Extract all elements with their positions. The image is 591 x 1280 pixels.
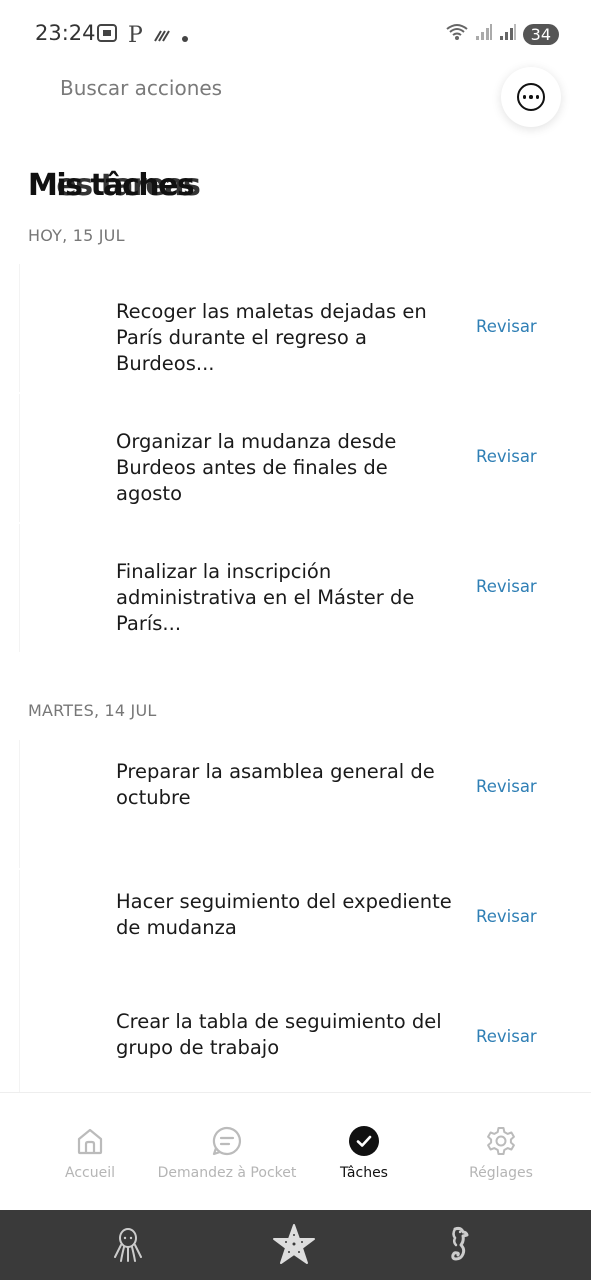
signal-icon-2 (499, 23, 517, 45)
status-time: 23:24 (35, 21, 96, 45)
task-card[interactable]: Preparar la asamblea general de octubre … (19, 740, 545, 868)
nav-item-settings[interactable]: Réglages (427, 1093, 575, 1211)
review-link[interactable]: Revisar (476, 317, 537, 336)
home-icon (74, 1125, 106, 1157)
nav-label: Tâches (340, 1165, 388, 1181)
battery-badge: 34 (522, 23, 559, 45)
review-link[interactable]: Revisar (476, 1027, 537, 1046)
system-navigation-bar (0, 1210, 591, 1280)
nav-item-tasks[interactable]: Tâches (290, 1093, 438, 1211)
seahorse-icon[interactable] (434, 1222, 482, 1268)
task-card[interactable]: Crear la tabla de seguimiento del grupo … (19, 990, 545, 1100)
task-text: Preparar la asamblea general de octubre (116, 760, 435, 809)
review-link[interactable]: Revisar (476, 777, 537, 796)
nav-item-ask-pocket[interactable]: Demandez à Pocket (153, 1093, 301, 1211)
wifi-icon (445, 22, 469, 46)
dot-icon (181, 24, 189, 48)
p-icon: P (128, 23, 143, 48)
task-card[interactable]: Finalizar la inscripción administrativa … (19, 524, 545, 652)
date-header-tuesday: MARTES, 14 JUL (28, 701, 157, 720)
task-text: Organizar la mudanza desde Burdeos antes… (116, 430, 397, 505)
task-text: Finalizar la inscripción administrativa … (116, 560, 415, 635)
chat-icon (211, 1125, 243, 1157)
task-card[interactable]: Hacer seguimiento del expediente de muda… (19, 870, 545, 998)
date-header-today: HOY, 15 JUL (28, 226, 125, 245)
signal-icon-1 (475, 23, 493, 45)
task-card[interactable]: Organizar la mudanza desde Burdeos antes… (19, 394, 545, 522)
review-link[interactable]: Revisar (476, 447, 537, 466)
octopus-icon[interactable] (104, 1222, 152, 1268)
review-link[interactable]: Revisar (476, 907, 537, 926)
starfish-icon[interactable] (270, 1222, 318, 1268)
screenshot-icon (96, 22, 118, 49)
bottom-navigation: Accueil Demandez à Pocket Tâches Réglage… (0, 1092, 591, 1210)
task-text: Hacer seguimiento del expediente de muda… (116, 890, 452, 939)
more-options-icon (517, 83, 545, 111)
nav-label: Réglages (469, 1165, 533, 1181)
nav-item-home[interactable]: Accueil (16, 1093, 164, 1211)
nav-label: Demandez à Pocket (157, 1165, 297, 1181)
search-input[interactable]: Buscar acciones (60, 76, 222, 100)
page-title: Mis tâches Mes tareas (28, 168, 201, 203)
page-title-overlap: Mes tareas (28, 168, 201, 203)
check-circle-icon (348, 1125, 380, 1157)
task-text: Recoger las maletas dejadas en París dur… (116, 300, 427, 375)
nav-label: Accueil (65, 1165, 115, 1181)
task-text: Crear la tabla de seguimiento del grupo … (116, 1010, 442, 1059)
more-options-button[interactable] (501, 67, 561, 127)
review-link[interactable]: Revisar (476, 577, 537, 596)
task-card[interactable]: Recoger las maletas dejadas en París dur… (19, 264, 545, 392)
signal-lines-icon (153, 24, 171, 48)
status-bar: 23:24 P 34 (0, 0, 591, 66)
status-system-icons: 34 (445, 22, 559, 46)
gear-icon (485, 1125, 517, 1157)
status-notification-icons: P (96, 22, 189, 49)
